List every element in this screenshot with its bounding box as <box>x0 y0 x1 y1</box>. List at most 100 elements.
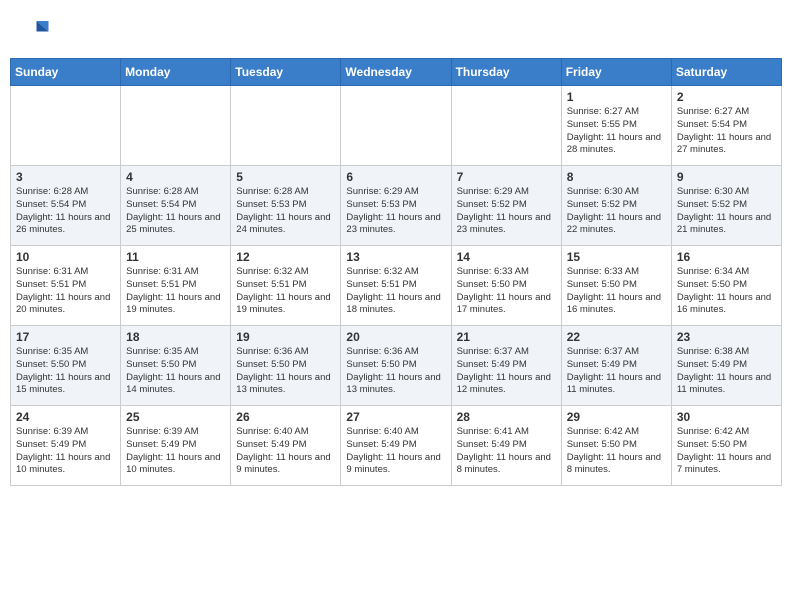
calendar-cell: 28Sunrise: 6:41 AM Sunset: 5:49 PM Dayli… <box>451 406 561 486</box>
calendar-cell <box>341 86 451 166</box>
calendar-cell: 11 Sunrise: 6:31 AM Sunset: 5:51 PM Dayli… <box>121 246 231 326</box>
day-info: Sunrise: 6:30 AM Sunset: 5:52 PM Dayligh… <box>677 186 776 237</box>
day-info: Sunrise: 6:32 AM Sunset: 5:51 PM Dayligh… <box>236 266 335 317</box>
day-info: Sunrise: 6:36 AM Sunset: 5:50 PM Dayligh… <box>346 346 445 397</box>
calendar-cell: 25 Sunrise: 6:39 AM Sunset: 5:49 PM Dayli… <box>121 406 231 486</box>
calendar-header: SundayMondayTuesdayWednesdayThursdayFrid… <box>11 59 782 86</box>
week-row-2: 3 Sunrise: 6:28 AM Sunset: 5:54 PM Daylig… <box>11 166 782 246</box>
day-number: 20 <box>346 330 445 344</box>
day-info: Sunrise: 6:39 AM Sunset: 5:49 PM Dayligh… <box>16 426 115 477</box>
calendar-cell: 23 Sunrise: 6:38 AM Sunset: 5:49 PM Dayli… <box>671 326 781 406</box>
day-info: Sunrise: 6:28 AM Sunset: 5:53 PM Dayligh… <box>236 186 335 237</box>
day-number: 21 <box>457 330 556 344</box>
weekday-header-wednesday: Wednesday <box>341 59 451 86</box>
day-info: Sunrise: 6:32 AM Sunset: 5:51 PM Dayligh… <box>346 266 445 317</box>
weekday-header-friday: Friday <box>561 59 671 86</box>
day-number: 26 <box>236 410 335 424</box>
logo <box>20 15 52 45</box>
day-number: 9 <box>677 170 776 184</box>
day-number: 11 <box>126 250 225 264</box>
day-number: 23 <box>677 330 776 344</box>
weekday-row: SundayMondayTuesdayWednesdayThursdayFrid… <box>11 59 782 86</box>
page-header <box>10 10 782 50</box>
calendar-cell: 18 Sunrise: 6:35 AM Sunset: 5:50 PM Dayli… <box>121 326 231 406</box>
weekday-header-tuesday: Tuesday <box>231 59 341 86</box>
day-info: Sunrise: 6:28 AM Sunset: 5:54 PM Dayligh… <box>16 186 115 237</box>
day-info: Sunrise: 6:38 AM Sunset: 5:49 PM Dayligh… <box>677 346 776 397</box>
day-info: Sunrise: 6:41 AM Sunset: 5:49 PM Dayligh… <box>457 426 556 477</box>
day-info: Sunrise: 6:33 AM Sunset: 5:50 PM Dayligh… <box>457 266 556 317</box>
day-number: 27 <box>346 410 445 424</box>
day-info: Sunrise: 6:42 AM Sunset: 5:50 PM Dayligh… <box>677 426 776 477</box>
day-info: Sunrise: 6:28 AM Sunset: 5:54 PM Dayligh… <box>126 186 225 237</box>
day-number: 18 <box>126 330 225 344</box>
day-number: 15 <box>567 250 666 264</box>
day-info: Sunrise: 6:27 AM Sunset: 5:54 PM Dayligh… <box>677 106 776 157</box>
day-number: 19 <box>236 330 335 344</box>
calendar-cell <box>11 86 121 166</box>
calendar-cell: 4 Sunrise: 6:28 AM Sunset: 5:54 PM Daylig… <box>121 166 231 246</box>
day-info: Sunrise: 6:34 AM Sunset: 5:50 PM Dayligh… <box>677 266 776 317</box>
day-number: 7 <box>457 170 556 184</box>
calendar-cell: 20 Sunrise: 6:36 AM Sunset: 5:50 PM Dayli… <box>341 326 451 406</box>
day-number: 13 <box>346 250 445 264</box>
day-info: Sunrise: 6:31 AM Sunset: 5:51 PM Dayligh… <box>126 266 225 317</box>
day-info: Sunrise: 6:37 AM Sunset: 5:49 PM Dayligh… <box>457 346 556 397</box>
day-number: 2 <box>677 90 776 104</box>
calendar-cell: 3 Sunrise: 6:28 AM Sunset: 5:54 PM Daylig… <box>11 166 121 246</box>
day-number: 30 <box>677 410 776 424</box>
day-info: Sunrise: 6:39 AM Sunset: 5:49 PM Dayligh… <box>126 426 225 477</box>
day-number: 17 <box>16 330 115 344</box>
day-info: Sunrise: 6:29 AM Sunset: 5:53 PM Dayligh… <box>346 186 445 237</box>
day-info: Sunrise: 6:36 AM Sunset: 5:50 PM Dayligh… <box>236 346 335 397</box>
day-info: Sunrise: 6:31 AM Sunset: 5:51 PM Dayligh… <box>16 266 115 317</box>
calendar-cell: 5 Sunrise: 6:28 AM Sunset: 5:53 PM Daylig… <box>231 166 341 246</box>
calendar-cell: 10 Sunrise: 6:31 AM Sunset: 5:51 PM Dayli… <box>11 246 121 326</box>
day-info: Sunrise: 6:33 AM Sunset: 5:50 PM Dayligh… <box>567 266 666 317</box>
day-number: 22 <box>567 330 666 344</box>
weekday-header-monday: Monday <box>121 59 231 86</box>
day-number: 4 <box>126 170 225 184</box>
calendar-cell: 9 Sunrise: 6:30 AM Sunset: 5:52 PM Daylig… <box>671 166 781 246</box>
day-number: 10 <box>16 250 115 264</box>
day-number: 24 <box>16 410 115 424</box>
day-info: Sunrise: 6:30 AM Sunset: 5:52 PM Dayligh… <box>567 186 666 237</box>
weekday-header-thursday: Thursday <box>451 59 561 86</box>
day-info: Sunrise: 6:42 AM Sunset: 5:50 PM Dayligh… <box>567 426 666 477</box>
weekday-header-saturday: Saturday <box>671 59 781 86</box>
day-number: 16 <box>677 250 776 264</box>
calendar-cell <box>121 86 231 166</box>
day-number: 25 <box>126 410 225 424</box>
day-info: Sunrise: 6:29 AM Sunset: 5:52 PM Dayligh… <box>457 186 556 237</box>
day-number: 14 <box>457 250 556 264</box>
calendar-cell: 22Sunrise: 6:37 AM Sunset: 5:49 PM Dayli… <box>561 326 671 406</box>
calendar-cell: 26 Sunrise: 6:40 AM Sunset: 5:49 PM Dayli… <box>231 406 341 486</box>
day-info: Sunrise: 6:40 AM Sunset: 5:49 PM Dayligh… <box>236 426 335 477</box>
calendar-cell: 16 Sunrise: 6:34 AM Sunset: 5:50 PM Dayli… <box>671 246 781 326</box>
day-info: Sunrise: 6:40 AM Sunset: 5:49 PM Dayligh… <box>346 426 445 477</box>
day-info: Sunrise: 6:35 AM Sunset: 5:50 PM Dayligh… <box>16 346 115 397</box>
week-row-4: 17 Sunrise: 6:35 AM Sunset: 5:50 PM Dayli… <box>11 326 782 406</box>
calendar-cell: 17 Sunrise: 6:35 AM Sunset: 5:50 PM Dayli… <box>11 326 121 406</box>
calendar-cell: 1Sunrise: 6:27 AM Sunset: 5:55 PM Daylig… <box>561 86 671 166</box>
week-row-5: 24 Sunrise: 6:39 AM Sunset: 5:49 PM Dayli… <box>11 406 782 486</box>
day-number: 8 <box>567 170 666 184</box>
day-number: 29 <box>567 410 666 424</box>
calendar-cell: 2 Sunrise: 6:27 AM Sunset: 5:54 PM Daylig… <box>671 86 781 166</box>
day-info: Sunrise: 6:35 AM Sunset: 5:50 PM Dayligh… <box>126 346 225 397</box>
calendar-cell: 15 Sunrise: 6:33 AM Sunset: 5:50 PM Dayli… <box>561 246 671 326</box>
calendar: SundayMondayTuesdayWednesdayThursdayFrid… <box>10 58 782 486</box>
day-number: 1 <box>567 90 666 104</box>
calendar-cell: 8 Sunrise: 6:30 AM Sunset: 5:52 PM Daylig… <box>561 166 671 246</box>
day-number: 5 <box>236 170 335 184</box>
logo-icon <box>20 15 50 45</box>
day-number: 12 <box>236 250 335 264</box>
day-number: 3 <box>16 170 115 184</box>
calendar-cell: 12 Sunrise: 6:32 AM Sunset: 5:51 PM Dayli… <box>231 246 341 326</box>
calendar-cell: 30 Sunrise: 6:42 AM Sunset: 5:50 PM Dayli… <box>671 406 781 486</box>
day-number: 6 <box>346 170 445 184</box>
weekday-header-sunday: Sunday <box>11 59 121 86</box>
calendar-cell: 14 Sunrise: 6:33 AM Sunset: 5:50 PM Dayli… <box>451 246 561 326</box>
calendar-body: 1Sunrise: 6:27 AM Sunset: 5:55 PM Daylig… <box>11 86 782 486</box>
calendar-cell <box>451 86 561 166</box>
